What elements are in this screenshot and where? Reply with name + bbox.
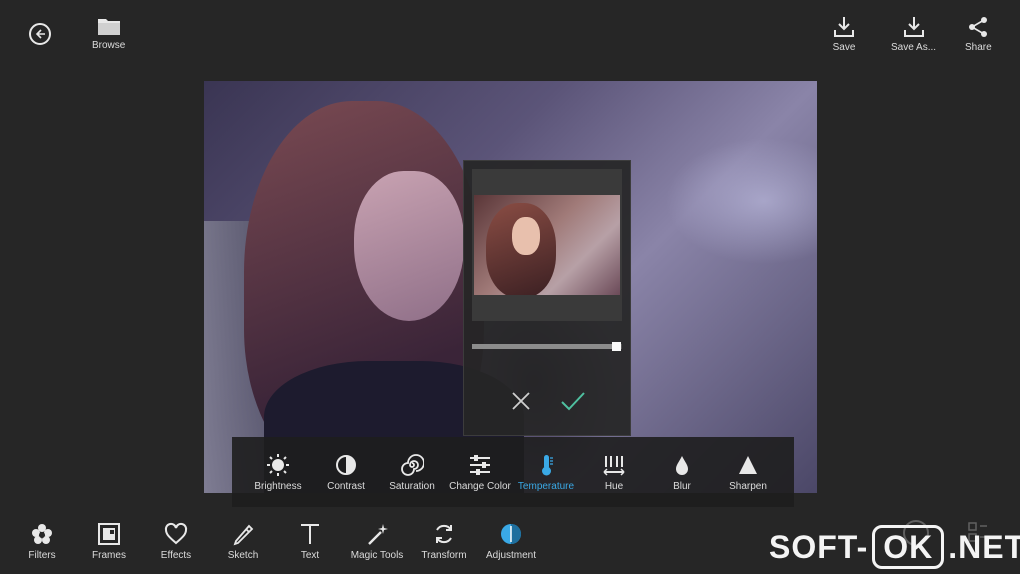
- contrast-label: Contrast: [327, 481, 365, 492]
- frames-button[interactable]: Frames: [74, 522, 144, 561]
- sharpen-label: Sharpen: [729, 481, 767, 492]
- sun-icon: [267, 454, 289, 476]
- magic-tools-label: Magic Tools: [350, 550, 404, 561]
- slider-thumb[interactable]: [611, 342, 621, 351]
- save-as-button[interactable]: Save As...: [891, 16, 936, 53]
- drop-icon: [676, 456, 688, 475]
- adjustment-icon: [501, 524, 521, 544]
- cancel-button[interactable]: [510, 390, 532, 412]
- magic-tools-button[interactable]: Magic Tools: [342, 522, 412, 561]
- swirl-icon: [401, 454, 424, 476]
- watermark-boxed: OK: [872, 525, 945, 569]
- hue-button[interactable]: Hue: [580, 453, 648, 492]
- effects-button[interactable]: Effects: [141, 522, 211, 561]
- hue-bars-icon: [603, 456, 625, 476]
- text-label: Text: [300, 550, 320, 561]
- watermark: SOFT- OK .NET: [769, 524, 1020, 570]
- pencil-icon: [233, 524, 254, 546]
- back-button[interactable]: [29, 23, 51, 45]
- preview-frame: [472, 169, 622, 321]
- share-button[interactable]: Share: [965, 16, 992, 53]
- preview-face: [512, 217, 540, 255]
- blur-button[interactable]: Blur: [648, 453, 716, 492]
- change-color-label: Change Color: [449, 481, 511, 492]
- change-color-button[interactable]: Change Color: [446, 453, 514, 492]
- blur-label: Blur: [673, 481, 691, 492]
- apply-button[interactable]: [560, 389, 586, 413]
- transform-label: Transform: [421, 550, 467, 561]
- download-icon: [903, 17, 924, 37]
- contrast-icon: [336, 455, 356, 475]
- brightness-button[interactable]: Brightness: [244, 453, 312, 492]
- sharpen-button[interactable]: Sharpen: [714, 453, 782, 492]
- save-label: Save: [832, 42, 856, 53]
- browse-button[interactable]: Browse: [92, 16, 125, 51]
- saturation-label: Saturation: [389, 481, 435, 492]
- close-icon: [512, 392, 530, 410]
- text-icon: [301, 524, 319, 544]
- photo-face: [354, 171, 464, 321]
- flower-icon: [32, 524, 52, 544]
- slider-fill: [472, 344, 618, 349]
- transform-icon: [436, 524, 452, 544]
- frames-label: Frames: [92, 550, 126, 561]
- checkmark-icon: [561, 392, 585, 411]
- adjustment-label: Adjustment: [485, 550, 537, 561]
- triangle-icon: [739, 456, 757, 474]
- share-icon: [969, 17, 988, 37]
- filters-label: Filters: [28, 550, 56, 561]
- watermark-left: SOFT-: [769, 528, 869, 565]
- frame-icon: [98, 523, 120, 545]
- brightness-label: Brightness: [254, 481, 302, 492]
- adjustment-toolbar: Brightness Contrast Saturation Change Co…: [232, 437, 794, 507]
- filters-button[interactable]: Filters: [7, 522, 77, 561]
- temperature-button[interactable]: Temperature: [512, 453, 580, 492]
- preview-thumbnail: [474, 195, 620, 295]
- download-icon: [834, 17, 854, 37]
- sketch-label: Sketch: [227, 550, 259, 561]
- adjustment-button[interactable]: Adjustment: [476, 522, 546, 561]
- effects-label: Effects: [160, 550, 192, 561]
- save-button[interactable]: Save: [832, 16, 856, 53]
- transform-button[interactable]: Transform: [409, 522, 479, 561]
- text-button[interactable]: Text: [275, 522, 345, 561]
- hue-label: Hue: [604, 481, 624, 492]
- temperature-slider[interactable]: [472, 342, 622, 351]
- browse-label: Browse: [92, 40, 126, 51]
- back-arrow-icon: [35, 29, 45, 39]
- watermark-right: .NET: [948, 528, 1020, 565]
- adjustment-popup: [463, 160, 631, 436]
- save-as-label: Save As...: [891, 42, 937, 53]
- contrast-button[interactable]: Contrast: [312, 453, 380, 492]
- thermometer-icon: [542, 455, 553, 476]
- saturation-button[interactable]: Saturation: [378, 453, 446, 492]
- sketch-button[interactable]: Sketch: [208, 522, 278, 561]
- heart-icon: [164, 522, 188, 545]
- share-label: Share: [965, 42, 992, 53]
- sliders-icon: [470, 455, 490, 475]
- folder-icon: [97, 19, 120, 35]
- temperature-label: Temperature: [517, 481, 575, 492]
- magic-wand-icon: [368, 524, 388, 545]
